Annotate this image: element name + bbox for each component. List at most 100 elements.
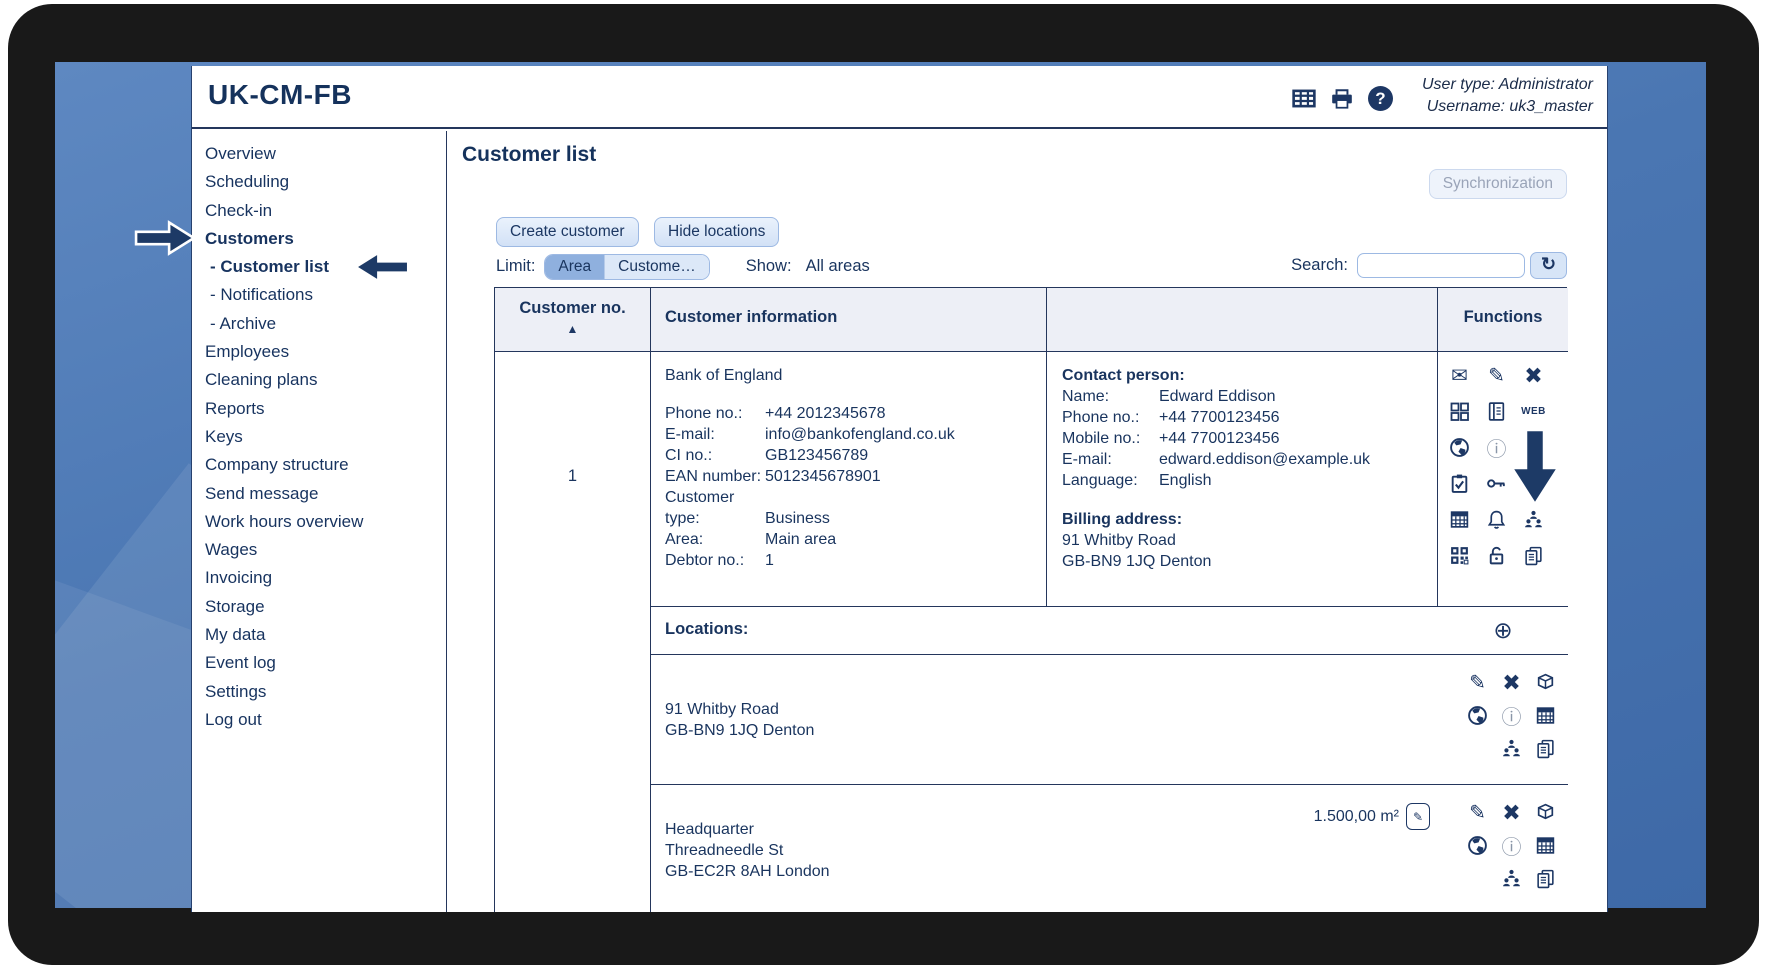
calendar-grid-icon[interactable] — [1449, 509, 1470, 530]
location-functions-cell: ✎ ✖ ⓘ — [1438, 785, 1568, 912]
location-line: 91 Whitby Road — [665, 699, 814, 720]
org-people-icon[interactable] — [1523, 509, 1544, 530]
edit-icon[interactable]: ✎ — [1469, 670, 1486, 695]
table-view-icon[interactable] — [1292, 88, 1316, 109]
billing-line: GB-BN9 1JQ Denton — [1062, 551, 1437, 572]
sidebar-item-event-log[interactable]: Event log — [192, 649, 446, 677]
lock-open-icon[interactable] — [1486, 545, 1507, 566]
show-label: Show: — [746, 257, 792, 276]
box-3d-icon[interactable] — [1535, 802, 1556, 823]
sidebar-item-reports[interactable]: Reports — [192, 395, 446, 423]
locations-heading-cell: Locations: — [651, 607, 1438, 655]
search-input[interactable] — [1357, 253, 1525, 278]
sort-asc-icon[interactable]: ▲ — [495, 322, 650, 336]
location-line: GB-EC2R 8AH London — [665, 861, 830, 882]
print-icon[interactable] — [1330, 88, 1354, 110]
customer-functions-cell: ✉ ✎ ✖ WEB ⓘ — [1438, 352, 1568, 607]
edit-icon[interactable]: ✎ — [1469, 800, 1486, 825]
sidebar-item-archive[interactable]: - Archive — [192, 310, 446, 338]
customer-number: 1 — [495, 467, 650, 486]
column-header-blank — [1047, 288, 1438, 352]
customer-table: Customer no. ▲ Customer information Func… — [494, 287, 1567, 912]
column-header-customer-no[interactable]: Customer no. ▲ — [495, 288, 651, 352]
calendar-grid-icon[interactable] — [1535, 835, 1556, 856]
globe-icon[interactable] — [1467, 705, 1488, 726]
documents-icon[interactable] — [1535, 868, 1556, 889]
sidebar-item-my-data[interactable]: My data — [192, 621, 446, 649]
location-area-value: 1.500,00 m² — [1314, 808, 1399, 826]
box-3d-icon[interactable] — [1535, 672, 1556, 693]
info-icon[interactable]: ⓘ — [1502, 831, 1522, 860]
bell-icon[interactable] — [1486, 509, 1507, 530]
org-people-icon[interactable] — [1501, 738, 1522, 759]
delete-icon[interactable]: ✖ — [1502, 800, 1520, 826]
hide-locations-button[interactable]: Hide locations — [654, 217, 779, 247]
app-title: UK-CM-FB — [208, 79, 352, 111]
sidebar-item-cleaning-plans[interactable]: Cleaning plans — [192, 366, 446, 394]
sidebar-item-keys[interactable]: Keys — [192, 423, 446, 451]
info-icon[interactable]: ⓘ — [1502, 701, 1522, 730]
documents-icon[interactable] — [1535, 738, 1556, 759]
add-location-icon[interactable]: ⊕ — [1493, 617, 1512, 643]
customer-number-cell: 1 — [495, 352, 651, 912]
info-icon[interactable]: ⓘ — [1487, 433, 1507, 462]
limit-area-segment[interactable]: Area — [545, 255, 604, 279]
location-line: GB-BN9 1JQ Denton — [665, 720, 814, 741]
location-functions-cell: ✎ ✖ ⓘ — [1438, 655, 1568, 785]
create-customer-button[interactable]: Create customer — [496, 217, 639, 247]
help-icon[interactable]: ? — [1368, 86, 1393, 111]
sidebar-item-wages[interactable]: Wages — [192, 536, 446, 564]
edit-area-icon[interactable]: ✎ — [1406, 803, 1430, 830]
sidebar-item-customers[interactable]: Customers — [192, 225, 446, 253]
sidebar-item-notifications[interactable]: - Notifications — [192, 281, 446, 309]
location-row: 91 Whitby Road GB-BN9 1JQ Denton — [651, 655, 1438, 785]
email-icon[interactable]: ✉ — [1451, 363, 1468, 388]
org-people-icon[interactable] — [1501, 868, 1522, 889]
locations-add-cell: ⊕ — [1438, 607, 1568, 655]
synchronization-button[interactable]: Synchronization — [1429, 169, 1567, 199]
limit-customer-segment[interactable]: Custome… — [604, 255, 709, 279]
show-value: All areas — [806, 257, 870, 276]
calendar-grid-icon[interactable] — [1535, 705, 1556, 726]
customer-info-cell: Bank of England Phone no.:+44 2012345678… — [651, 352, 1047, 607]
column-header-functions: Functions — [1438, 288, 1568, 352]
billing-address-heading: Billing address: — [1062, 509, 1437, 530]
sidebar-item-overview[interactable]: Overview — [192, 140, 446, 168]
key-icon[interactable] — [1486, 473, 1507, 494]
globe-icon[interactable] — [1467, 835, 1488, 856]
search-label: Search: — [1291, 256, 1348, 275]
documents-icon[interactable] — [1523, 545, 1544, 566]
delete-icon[interactable]: ✖ — [1524, 363, 1542, 389]
app-header: UK-CM-FB ? User type: Administrator User… — [192, 66, 1607, 129]
sidebar-item-invoicing[interactable]: Invoicing — [192, 564, 446, 592]
sidebar-item-storage[interactable]: Storage — [192, 593, 446, 621]
sidebar-item-send-message[interactable]: Send message — [192, 480, 446, 508]
main-content: Customer list Synchronization Create cus… — [448, 131, 1608, 912]
delete-icon[interactable]: ✖ — [1502, 670, 1520, 696]
limit-label: Limit: — [496, 257, 535, 276]
user-type: User type: Administrator — [1422, 74, 1593, 96]
sidebar-item-scheduling[interactable]: Scheduling — [192, 168, 446, 196]
annotation-arrow-right — [134, 220, 196, 256]
qr-code-icon[interactable] — [1449, 545, 1470, 566]
sidebar-item-settings[interactable]: Settings — [192, 678, 446, 706]
contact-person-cell: Contact person: Name:Edward Eddison Phon… — [1047, 352, 1438, 607]
customer-name: Bank of England — [665, 365, 1046, 386]
contact-person-heading: Contact person: — [1062, 365, 1437, 386]
billing-line: 91 Whitby Road — [1062, 530, 1437, 551]
clipboard-check-icon[interactable] — [1449, 473, 1470, 494]
edit-icon[interactable]: ✎ — [1488, 363, 1505, 388]
app-window: UK-CM-FB ? User type: Administrator User… — [191, 66, 1608, 912]
sidebar-item-check-in[interactable]: Check-in — [192, 197, 446, 225]
location-row: Headquarter Threadneedle St GB-EC2R 8AH … — [651, 785, 1438, 912]
refresh-icon[interactable]: ↻ — [1530, 252, 1567, 279]
sidebar: Overview Scheduling Check-in Customers -… — [192, 131, 447, 912]
contacts-book-icon[interactable] — [1486, 401, 1507, 422]
sidebar-item-log-out[interactable]: Log out — [192, 706, 446, 734]
sidebar-item-work-hours-overview[interactable]: Work hours overview — [192, 508, 446, 536]
sidebar-item-company-structure[interactable]: Company structure — [192, 451, 446, 479]
storage-boxes-icon[interactable] — [1450, 402, 1470, 422]
globe-icon[interactable] — [1449, 437, 1470, 458]
sidebar-item-employees[interactable]: Employees — [192, 338, 446, 366]
web-icon[interactable]: WEB — [1521, 406, 1546, 417]
